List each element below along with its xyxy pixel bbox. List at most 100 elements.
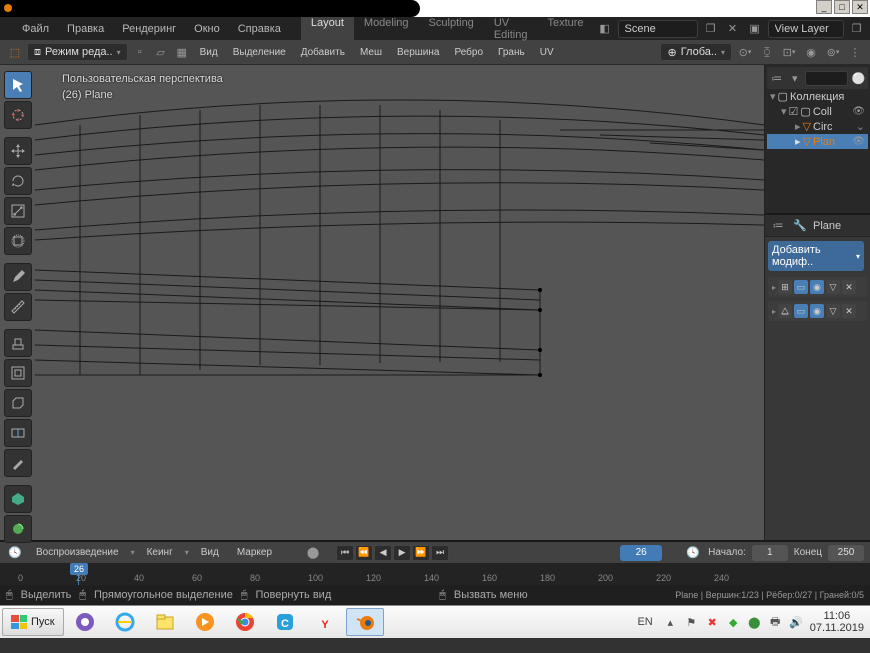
pivot-icon[interactable]: ⊙▾ <box>736 43 754 61</box>
mod-delete-icon[interactable]: ✕ <box>842 280 856 294</box>
h2-select[interactable]: Выделение <box>227 45 292 60</box>
sel-vertex-icon[interactable]: ▫ <box>131 43 149 61</box>
modifier-item-1[interactable]: ▸ ⊞ ▭ ◉ ▽ ✕ <box>768 277 867 297</box>
tray-shield-icon[interactable]: ◆ <box>726 615 741 630</box>
menu-edit[interactable]: Правка <box>59 20 112 38</box>
outliner-collection[interactable]: ▾☑▢ Coll 👁 <box>767 104 868 119</box>
timeline-type-icon[interactable]: 🕓 <box>6 544 24 562</box>
language-indicator[interactable]: EN <box>633 616 656 628</box>
h2-uv[interactable]: UV <box>534 45 560 60</box>
tool-extrude[interactable] <box>4 329 32 357</box>
mod-realtime-icon[interactable]: ▭ <box>794 280 808 294</box>
scene-new-icon[interactable]: ❐ <box>702 20 720 38</box>
visibility-toggle[interactable]: 👁 <box>852 106 865 117</box>
visibility-toggle[interactable]: 👁 <box>852 136 865 147</box>
snap-target-icon[interactable]: ⊡▾ <box>780 43 798 61</box>
tab-modeling[interactable]: Modeling <box>354 14 419 44</box>
jump-end-button[interactable]: ⏭ <box>431 545 449 561</box>
viewlayer-new-icon[interactable]: ❐ <box>848 20 866 38</box>
tool-transform[interactable] <box>4 227 32 255</box>
jump-start-button[interactable]: ⏮ <box>336 545 354 561</box>
outliner-item-circle[interactable]: ▸▽ Circ ⌄ <box>767 119 868 134</box>
tray-flag-icon[interactable]: ⚑ <box>684 615 699 630</box>
mod-editmode-icon[interactable]: ▽ <box>826 280 840 294</box>
start-button[interactable]: Пуск <box>2 608 64 636</box>
tray-clock[interactable]: 11:06 07.11.2019 <box>810 610 864 634</box>
tray-printer-icon[interactable]: 🖶 <box>768 615 783 630</box>
prop-falloff-icon[interactable]: ⊚▾ <box>824 43 842 61</box>
frame-end-input[interactable]: 250 <box>828 545 864 561</box>
mod-realtime-icon[interactable]: ▭ <box>794 304 808 318</box>
outliner-item-plane[interactable]: ▸▽ Plan 👁 <box>767 134 868 149</box>
tool-select-box[interactable] <box>4 71 32 99</box>
mod-render-icon[interactable]: ◉ <box>810 304 824 318</box>
timeline-playback[interactable]: Воспроизведение <box>30 545 125 560</box>
menu-help[interactable]: Справка <box>230 20 289 38</box>
sel-face-icon[interactable]: ▦ <box>173 43 191 61</box>
tool-cursor[interactable] <box>4 101 32 129</box>
viewlayer-input[interactable] <box>768 20 844 38</box>
tool-knife[interactable] <box>4 449 32 477</box>
tray-arrow-icon[interactable]: ▴ <box>663 615 678 630</box>
play-button[interactable]: ▶ <box>393 545 411 561</box>
close-button[interactable]: ✕ <box>852 0 868 14</box>
taskbar-explorer[interactable] <box>146 608 184 636</box>
menu-window[interactable]: Окно <box>186 20 228 38</box>
taskbar-wmp[interactable] <box>186 608 224 636</box>
scene-input[interactable] <box>618 20 698 38</box>
timeline-marker[interactable]: Маркер <box>231 545 278 560</box>
h2-view[interactable]: Вид <box>194 45 224 60</box>
current-frame-input[interactable]: 26 <box>620 545 662 561</box>
outliner-search[interactable] <box>805 71 847 86</box>
scene-delete-icon[interactable]: ✕ <box>724 20 742 38</box>
mod-delete-icon[interactable]: ✕ <box>842 304 856 318</box>
mod-mirror-icon[interactable]: ⧋ <box>778 304 792 318</box>
3d-viewport[interactable]: Пользовательская перспектива (26) Plane <box>0 65 764 540</box>
taskbar-blender[interactable] <box>346 608 384 636</box>
h2-vertex[interactable]: Вершина <box>391 45 446 60</box>
taskbar-yandex[interactable]: Y <box>306 608 344 636</box>
play-reverse-button[interactable]: ◀ <box>374 545 392 561</box>
modifier-item-2[interactable]: ▸ ⧋ ▭ ◉ ▽ ✕ <box>768 301 867 321</box>
h2-add[interactable]: Добавить <box>295 45 351 60</box>
outliner-type-icon[interactable]: ≔ <box>769 69 784 87</box>
maximize-button[interactable]: □ <box>834 0 850 14</box>
mod-editmode-icon[interactable]: ▽ <box>826 304 840 318</box>
tab-texture[interactable]: Texture <box>537 14 593 44</box>
menu-file[interactable]: Файл <box>14 20 57 38</box>
tool-polybuild[interactable] <box>4 485 32 513</box>
timeline-view[interactable]: Вид <box>195 545 225 560</box>
tool-spin[interactable] <box>4 515 32 543</box>
menu-render[interactable]: Рендеринг <box>114 20 184 38</box>
taskbar-app-1[interactable] <box>66 608 104 636</box>
h2-edge[interactable]: Ребро <box>448 45 489 60</box>
autokey-icon[interactable]: ⬤ <box>304 544 322 562</box>
tab-sculpting[interactable]: Sculpting <box>419 14 484 44</box>
timeline-keying[interactable]: Кеинг <box>141 545 179 560</box>
mod-render-icon[interactable]: ◉ <box>810 280 824 294</box>
orientation-dropdown[interactable]: ⊕Глоба..▾ <box>660 43 732 61</box>
outliner-display-icon[interactable]: ▾ <box>787 69 802 87</box>
keyframe-next-button[interactable]: ⏩ <box>412 545 430 561</box>
editor-type-icon[interactable]: ⬚ <box>6 43 24 61</box>
tray-usb-icon[interactable]: ⬤ <box>747 615 762 630</box>
options-icon[interactable]: ⋮ <box>846 43 864 61</box>
tool-inset[interactable] <box>4 359 32 387</box>
snap-icon[interactable]: ⧲ <box>758 43 776 61</box>
keyframe-prev-button[interactable]: ⏪ <box>355 545 373 561</box>
outliner[interactable]: ≔ ▾ ⚪ ▾▢ Коллекция ▾☑▢ Coll 👁 ▸▽ Circ ⌄ … <box>765 65 870 215</box>
props-type-icon[interactable]: ≔ <box>769 217 787 235</box>
viewlayer-icon[interactable]: ▣ <box>746 20 764 38</box>
scene-icon[interactable]: ◧ <box>596 20 614 38</box>
sel-edge-icon[interactable]: ▱ <box>152 43 170 61</box>
tool-bevel[interactable] <box>4 389 32 417</box>
filter-icon[interactable]: ⚪ <box>851 69 866 87</box>
tab-uv[interactable]: UV Editing <box>484 14 538 44</box>
tab-layout[interactable]: Layout <box>301 14 354 44</box>
frame-start-input[interactable]: 1 <box>752 545 788 561</box>
timeline-track[interactable]: 26 020406080100120140160180200220240 <box>0 563 870 585</box>
h2-mesh[interactable]: Меш <box>354 45 388 60</box>
tray-volume-icon[interactable]: 🔊 <box>789 615 804 630</box>
wrench-icon[interactable]: 🔧 <box>791 217 809 235</box>
minimize-button[interactable]: _ <box>816 0 832 14</box>
